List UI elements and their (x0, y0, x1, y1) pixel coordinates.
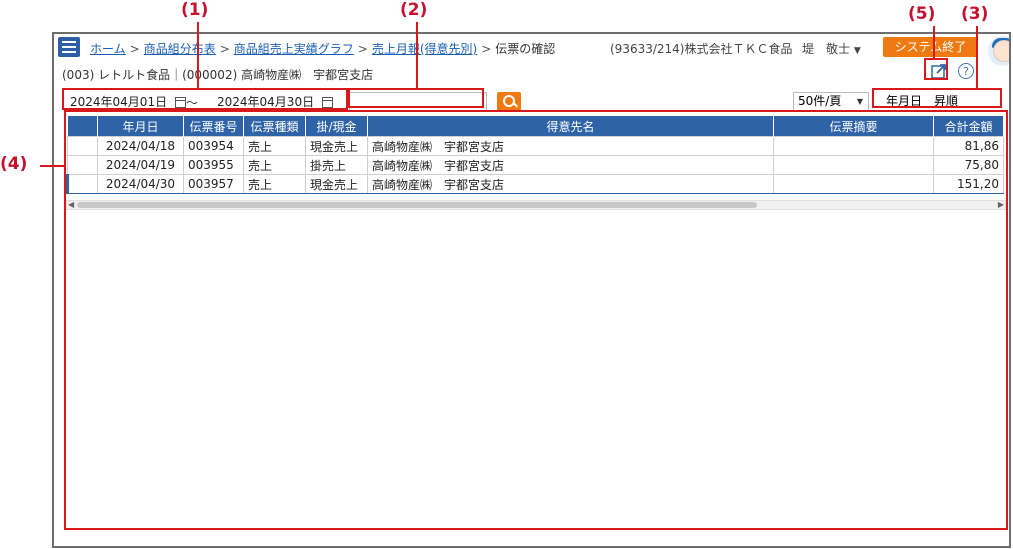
annotation-4-label: (4) (0, 154, 28, 174)
annotation-5-label: (5) (908, 4, 936, 24)
breadcrumb-product-group-sales-graph[interactable]: 商品組売上実績グラフ (234, 42, 354, 56)
annotation-5-line (933, 26, 935, 58)
search-icon[interactable] (497, 92, 521, 111)
annotation-3-box (872, 88, 1002, 108)
breadcrumb-home[interactable]: ホーム (90, 42, 126, 56)
annotation-2-label: (2) (400, 0, 428, 20)
user-menu[interactable]: 堤 敬士 ▼ (802, 40, 861, 57)
annotation-4-box (64, 110, 1008, 530)
user-name: 堤 敬士 (802, 42, 851, 56)
avatar[interactable] (988, 36, 1009, 66)
company-name: (93633/214)株式会社ＴＫＣ食品 (610, 42, 793, 56)
hamburger-icon[interactable] (58, 37, 80, 57)
breadcrumb-monthly-sales-by-customer[interactable]: 売上月報(得意先別) (372, 42, 477, 56)
annotation-2-line (416, 22, 418, 88)
annotation-1-line (197, 22, 199, 88)
breadcrumb-current: 伝票の確認 (495, 42, 556, 56)
annotation-1-label: (1) (181, 0, 209, 20)
annotation-3-label: (3) (961, 4, 989, 24)
per-page-select[interactable]: 50件/頁 ▼ (793, 92, 869, 111)
per-page-value: 50件/頁 (798, 94, 842, 108)
help-icon[interactable]: ? (958, 63, 974, 79)
breadcrumb: ホーム > 商品組分布表 > 商品組売上実績グラフ > 売上月報(得意先別) > 伝票の確認 (90, 42, 556, 56)
annotation-1-box (62, 88, 348, 110)
annotation-3-line (976, 26, 978, 88)
annotation-5-box (924, 58, 948, 80)
chevron-down-icon: ▼ (853, 46, 861, 56)
annotation-4-line (40, 165, 64, 167)
breadcrumb-product-group-distribution[interactable]: 商品組分布表 (144, 42, 216, 56)
annotation-2-box (348, 88, 484, 108)
context-line: (003) レトルト食品｜(000002) 高崎物産㈱ 宇都宮支店 (62, 68, 374, 82)
system-end-button[interactable]: システム終了 (883, 37, 978, 57)
chevron-down-icon: ▼ (856, 97, 863, 106)
